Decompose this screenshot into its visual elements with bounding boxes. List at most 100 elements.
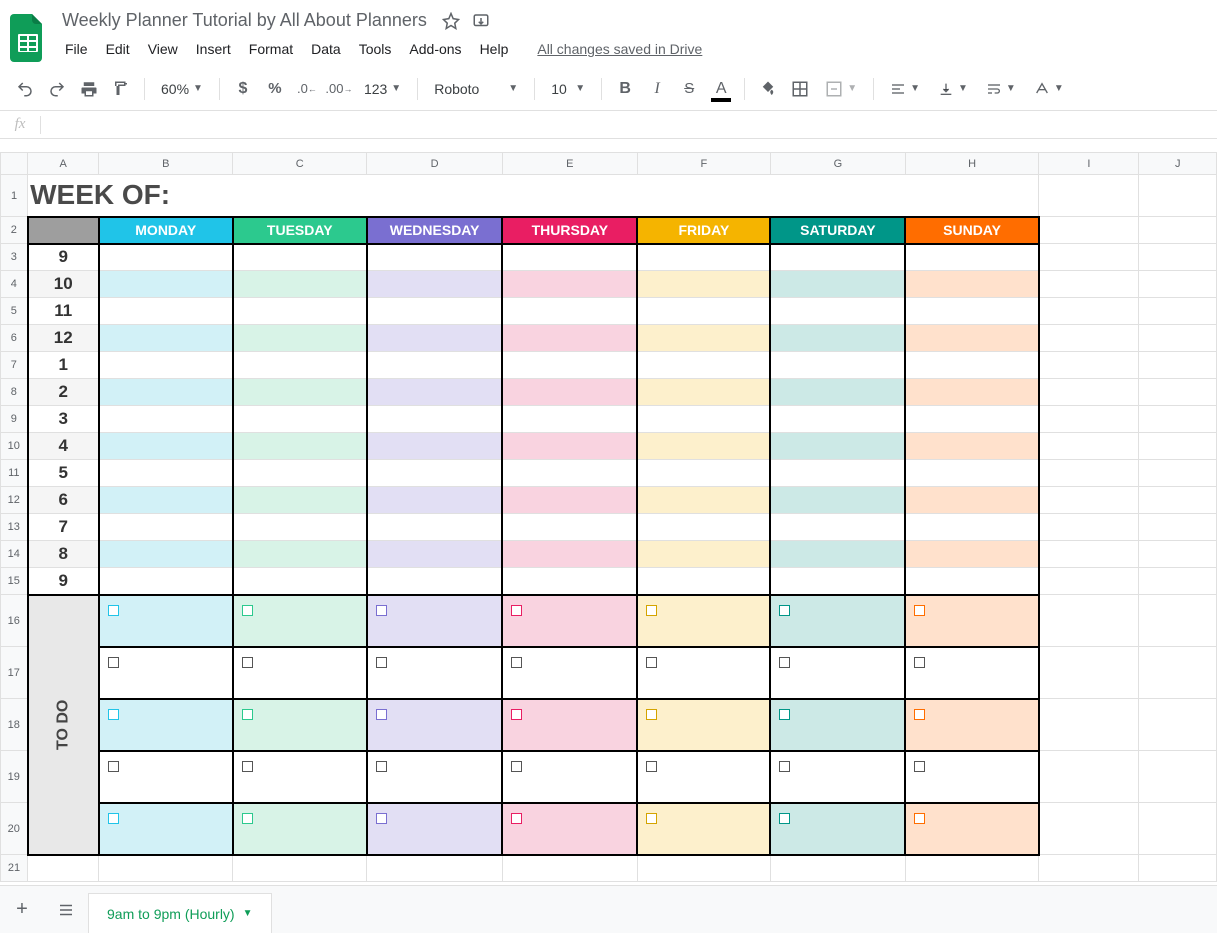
day-header-tuesday[interactable]: TUESDAY: [233, 217, 367, 244]
row-header-12[interactable]: 12: [1, 487, 28, 514]
checkbox-icon[interactable]: [511, 605, 522, 616]
checkbox-icon[interactable]: [376, 709, 387, 720]
row-header-17[interactable]: 17: [1, 647, 28, 699]
col-header-F[interactable]: F: [637, 153, 770, 175]
time-cell-9[interactable]: 9: [28, 244, 99, 271]
currency-button[interactable]: $: [228, 74, 258, 104]
time-header-blank[interactable]: [28, 217, 99, 244]
todo-cell[interactable]: [905, 699, 1039, 751]
todo-cell[interactable]: [770, 699, 905, 751]
col-header-I[interactable]: I: [1039, 153, 1139, 175]
checkbox-icon[interactable]: [242, 709, 253, 720]
slot-cell[interactable]: [905, 460, 1039, 487]
checkbox-icon[interactable]: [914, 605, 925, 616]
checkbox-icon[interactable]: [108, 813, 119, 824]
redo-button[interactable]: [42, 74, 72, 104]
row-header-16[interactable]: 16: [1, 595, 28, 647]
slot-cell[interactable]: [905, 298, 1039, 325]
slot-cell[interactable]: [905, 487, 1039, 514]
row-header-7[interactable]: 7: [1, 352, 28, 379]
move-icon[interactable]: [471, 11, 491, 31]
slot-cell[interactable]: [502, 352, 637, 379]
row-header-13[interactable]: 13: [1, 514, 28, 541]
zoom-dropdown[interactable]: 60%▼: [153, 74, 211, 104]
checkbox-icon[interactable]: [646, 813, 657, 824]
checkbox-icon[interactable]: [108, 657, 119, 668]
number-format-dropdown[interactable]: 123▼: [356, 74, 409, 104]
day-header-sunday[interactable]: SUNDAY: [905, 217, 1039, 244]
checkbox-icon[interactable]: [108, 709, 119, 720]
slot-cell[interactable]: [502, 433, 637, 460]
todo-cell[interactable]: [502, 803, 637, 855]
fill-color-button[interactable]: [753, 74, 783, 104]
checkbox-icon[interactable]: [914, 813, 925, 824]
slot-cell[interactable]: [502, 514, 637, 541]
slot-cell[interactable]: [502, 568, 637, 595]
day-header-thursday[interactable]: THURSDAY: [502, 217, 637, 244]
checkbox-icon[interactable]: [779, 605, 790, 616]
slot-cell[interactable]: [502, 271, 637, 298]
time-cell-6[interactable]: 6: [28, 487, 99, 514]
menu-format[interactable]: Format: [242, 37, 300, 61]
slot-cell[interactable]: [233, 379, 367, 406]
slot-cell[interactable]: [99, 352, 233, 379]
slot-cell[interactable]: [233, 433, 367, 460]
todo-cell[interactable]: [502, 647, 637, 699]
slot-cell[interactable]: [905, 352, 1039, 379]
slot-cell[interactable]: [770, 541, 905, 568]
menu-file[interactable]: File: [58, 37, 95, 61]
checkbox-icon[interactable]: [242, 761, 253, 772]
todo-cell[interactable]: [99, 803, 233, 855]
todo-cell[interactable]: [502, 595, 637, 647]
checkbox-icon[interactable]: [108, 761, 119, 772]
time-cell-12[interactable]: 12: [28, 325, 99, 352]
slot-cell[interactable]: [367, 298, 503, 325]
todo-cell[interactable]: [99, 699, 233, 751]
checkbox-icon[interactable]: [779, 709, 790, 720]
slot-cell[interactable]: [99, 460, 233, 487]
font-dropdown[interactable]: Roboto▼: [426, 74, 526, 104]
day-header-friday[interactable]: FRIDAY: [637, 217, 770, 244]
todo-cell[interactable]: [99, 751, 233, 803]
todo-cell[interactable]: [770, 647, 905, 699]
checkbox-icon[interactable]: [511, 761, 522, 772]
day-header-monday[interactable]: MONDAY: [99, 217, 233, 244]
slot-cell[interactable]: [770, 460, 905, 487]
slot-cell[interactable]: [367, 541, 503, 568]
slot-cell[interactable]: [502, 244, 637, 271]
slot-cell[interactable]: [637, 487, 770, 514]
menu-data[interactable]: Data: [304, 37, 348, 61]
slot-cell[interactable]: [905, 325, 1039, 352]
slot-cell[interactable]: [367, 514, 503, 541]
slot-cell[interactable]: [637, 514, 770, 541]
checkbox-icon[interactable]: [511, 657, 522, 668]
menu-edit[interactable]: Edit: [99, 37, 137, 61]
slot-cell[interactable]: [905, 514, 1039, 541]
slot-cell[interactable]: [637, 325, 770, 352]
row-header-10[interactable]: 10: [1, 433, 28, 460]
slot-cell[interactable]: [770, 379, 905, 406]
row-header-11[interactable]: 11: [1, 460, 28, 487]
todo-cell[interactable]: [770, 803, 905, 855]
checkbox-icon[interactable]: [108, 605, 119, 616]
slot-cell[interactable]: [637, 433, 770, 460]
row-header-1[interactable]: 1: [1, 175, 28, 217]
col-header-J[interactable]: J: [1139, 153, 1217, 175]
todo-cell[interactable]: [233, 751, 367, 803]
todo-cell[interactable]: [905, 647, 1039, 699]
todo-cell[interactable]: [367, 647, 503, 699]
borders-button[interactable]: [785, 74, 815, 104]
slot-cell[interactable]: [637, 298, 770, 325]
slot-cell[interactable]: [502, 406, 637, 433]
checkbox-icon[interactable]: [779, 813, 790, 824]
checkbox-icon[interactable]: [376, 761, 387, 772]
todo-cell[interactable]: [233, 803, 367, 855]
col-header-E[interactable]: E: [502, 153, 637, 175]
slot-cell[interactable]: [233, 568, 367, 595]
print-button[interactable]: [74, 74, 104, 104]
merge-cells-dropdown[interactable]: ▼: [817, 74, 865, 104]
slot-cell[interactable]: [99, 487, 233, 514]
day-header-saturday[interactable]: SATURDAY: [770, 217, 905, 244]
v-align-dropdown[interactable]: ▼: [930, 74, 976, 104]
todo-cell[interactable]: [905, 595, 1039, 647]
